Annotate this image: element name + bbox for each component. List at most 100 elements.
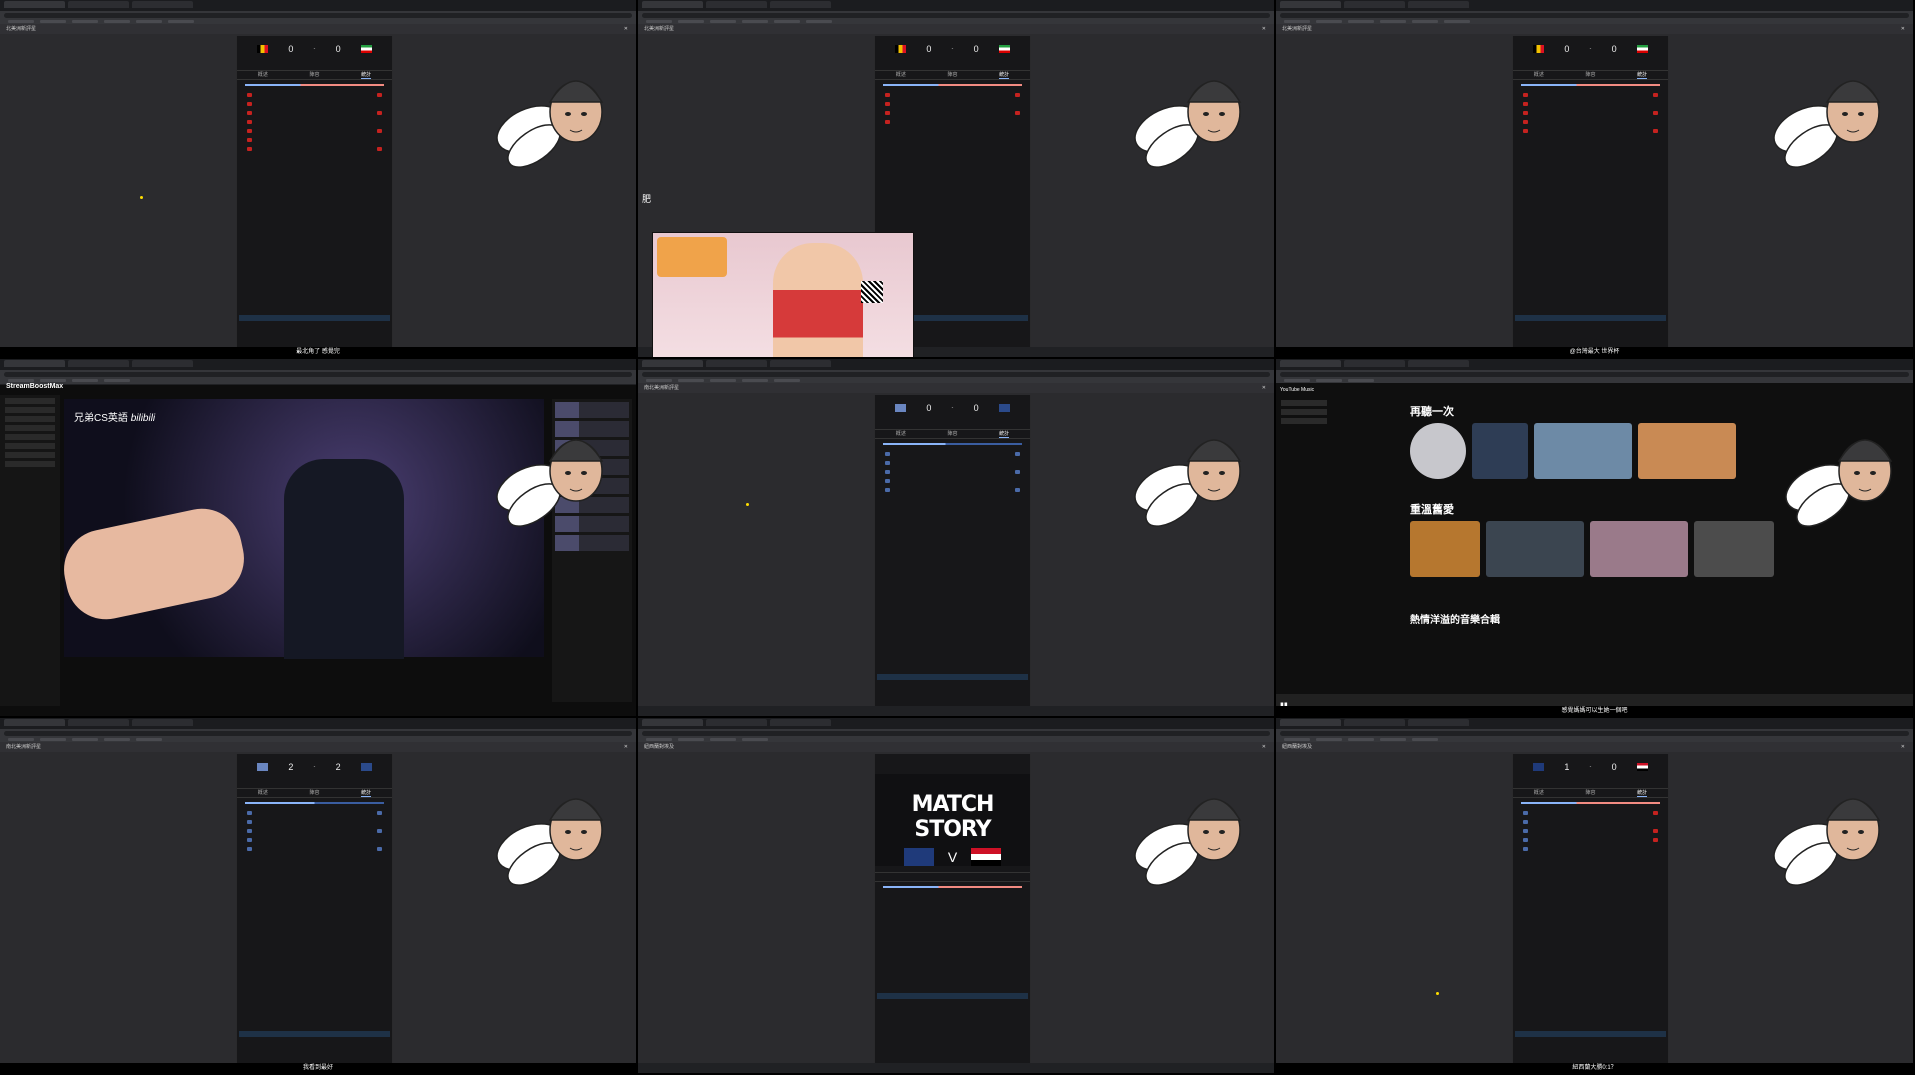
browser-tab[interactable] — [132, 1, 193, 8]
browser-tab[interactable] — [4, 1, 65, 8]
sidebar-item[interactable] — [5, 416, 55, 422]
table-row[interactable] — [239, 327, 390, 333]
tab-lineup[interactable]: 陣容 — [309, 789, 319, 797]
window-tile-6: YouTube Music 再聽一次 重溫舊愛 熱情洋溢的音樂合輯 ▮ — [1276, 359, 1915, 718]
sidebar-item[interactable] — [5, 398, 55, 404]
subtitle-caption: 紐西蘭大勝0:1？ — [1276, 1063, 1913, 1073]
score-row: 0 - 0 — [875, 36, 1030, 56]
match-story-banner[interactable]: MATCH STORY V — [875, 774, 1030, 866]
standings-table — [239, 315, 390, 345]
address-bar — [638, 11, 1274, 19]
url-field[interactable] — [4, 730, 632, 736]
iran-flag-icon — [1636, 45, 1648, 53]
window-tile-3: 北美洲新評星 ✕ 0 - 0 概述 陣容 統計 @台灣最大 世界杯 — [1276, 0, 1915, 359]
sidebar-item[interactable] — [5, 452, 55, 458]
tab-overview[interactable]: 概述 — [1534, 789, 1544, 797]
stat-row — [237, 117, 392, 126]
page-header: 北美洲新評星 ✕ — [1276, 24, 1913, 34]
close-icon[interactable]: ✕ — [1901, 24, 1905, 34]
belgium-flag-icon — [895, 45, 907, 53]
table-row[interactable] — [239, 1037, 390, 1043]
tab-overview[interactable]: 概述 — [896, 430, 906, 438]
table-row[interactable] — [877, 686, 1028, 692]
tab-stats[interactable]: 統計 — [1637, 71, 1648, 79]
browser-tabs — [0, 359, 636, 370]
address-bar — [0, 370, 636, 378]
tab-lineup[interactable]: 陣容 — [947, 71, 957, 79]
stat-row — [237, 135, 392, 144]
tab-overview[interactable]: 概述 — [258, 71, 268, 79]
window-title: 北美洲新評星 — [6, 26, 37, 32]
address-bar — [1276, 370, 1913, 378]
possession-bar — [245, 84, 384, 86]
app-logo[interactable]: StreamBoostMax — [6, 383, 63, 390]
page-content: 紐西蘭對埃及 ✕ MATCH STORY V — [638, 742, 1274, 1063]
table-row[interactable] — [1515, 1037, 1666, 1043]
tab-overview[interactable]: 概述 — [258, 789, 268, 797]
stat-row — [237, 108, 392, 117]
url-field[interactable] — [642, 371, 1270, 377]
iran-flag-icon — [998, 45, 1010, 53]
sidebar-item[interactable] — [5, 434, 55, 440]
tab-stats[interactable]: 統計 — [361, 71, 372, 79]
match-panel: MATCH STORY V — [874, 754, 1031, 1063]
media-card[interactable] — [1410, 521, 1480, 577]
sidebar-item[interactable] — [5, 407, 55, 413]
tab-lineup[interactable]: 陣容 — [1585, 789, 1595, 797]
tab-stats[interactable]: 統計 — [999, 430, 1010, 438]
sidebar-item[interactable] — [5, 425, 55, 431]
url-field[interactable] — [642, 730, 1270, 736]
mascot-sticker — [496, 798, 604, 886]
panel-tabs — [875, 872, 1030, 882]
home-score: 0 — [288, 44, 294, 54]
score-row: 0 - 0 — [1513, 36, 1668, 56]
url-field[interactable] — [1280, 371, 1909, 377]
team-flag-icon — [257, 763, 269, 771]
url-field[interactable] — [1280, 730, 1909, 736]
standings-table — [1515, 1031, 1666, 1061]
video-player[interactable]: 兄弟CS英語 bilibili — [56, 399, 544, 659]
close-icon[interactable]: ✕ — [624, 742, 628, 752]
yt-logo[interactable]: YouTube Music — [1276, 383, 1332, 397]
media-card[interactable] — [1472, 423, 1528, 479]
table-row[interactable] — [877, 1011, 1028, 1017]
stat-row — [237, 126, 392, 135]
media-card[interactable] — [1534, 423, 1632, 479]
tab-overview[interactable]: 概述 — [896, 71, 906, 79]
stat-row — [237, 144, 392, 153]
sidebar-item[interactable] — [1281, 400, 1327, 406]
media-card[interactable] — [1694, 521, 1774, 577]
url-field[interactable] — [1280, 12, 1909, 18]
url-field[interactable] — [642, 12, 1270, 18]
media-card[interactable] — [1638, 423, 1736, 479]
tab-stats[interactable]: 統計 — [361, 789, 372, 797]
list-item[interactable] — [555, 535, 629, 551]
url-field[interactable] — [4, 371, 632, 377]
url-field[interactable] — [4, 12, 632, 18]
media-card[interactable] — [1590, 521, 1688, 577]
mascot-sticker — [1134, 80, 1242, 168]
media-card[interactable] — [1486, 521, 1584, 577]
sidebar-item[interactable] — [5, 443, 55, 449]
tab-lineup[interactable]: 陣容 — [947, 430, 957, 438]
table-row[interactable] — [1515, 321, 1666, 327]
sidebar-item[interactable] — [1281, 409, 1327, 415]
close-icon[interactable]: ✕ — [1262, 742, 1266, 752]
mouse-cursor — [140, 196, 143, 199]
close-icon[interactable]: ✕ — [624, 24, 628, 34]
sidebar-item[interactable] — [5, 461, 55, 467]
score-row: 2 - 2 — [237, 754, 392, 774]
browser-tab[interactable] — [68, 1, 129, 8]
tab-overview[interactable]: 概述 — [1534, 71, 1544, 79]
close-icon[interactable]: ✕ — [1901, 742, 1905, 752]
close-icon[interactable]: ✕ — [1262, 383, 1266, 393]
tab-stats[interactable]: 統計 — [1637, 789, 1648, 797]
close-icon[interactable]: ✕ — [1262, 24, 1266, 34]
tab-lineup[interactable]: 陣容 — [1585, 71, 1595, 79]
tab-lineup[interactable]: 陣容 — [309, 71, 319, 79]
media-card[interactable] — [1410, 423, 1466, 479]
page-content: 北美洲新評星 ✕ 0 - 0 概述 陣容 統計 — [638, 24, 1274, 357]
tab-stats[interactable]: 統計 — [999, 71, 1010, 79]
sidebar — [0, 395, 60, 706]
sidebar-item[interactable] — [1281, 418, 1327, 424]
